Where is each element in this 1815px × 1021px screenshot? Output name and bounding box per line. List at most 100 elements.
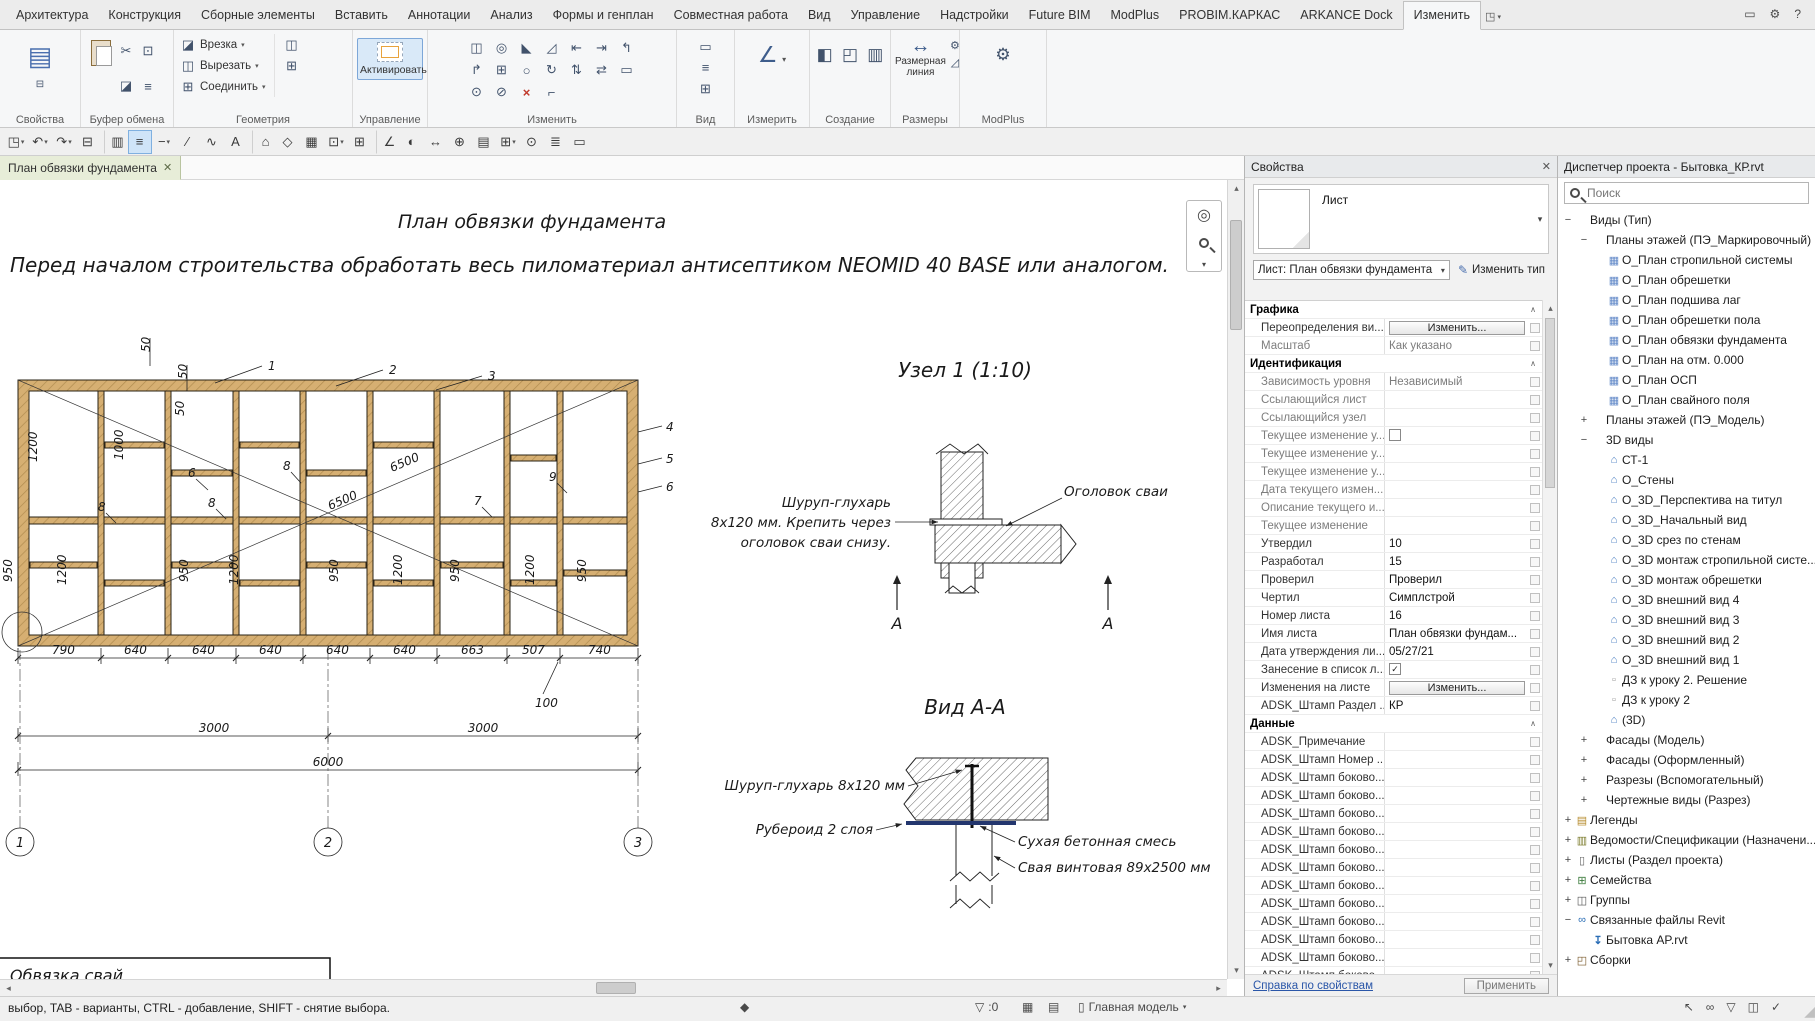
tree-item[interactable]: О_3D срез по стенам (1558, 530, 1815, 550)
paste-icon[interactable] (91, 40, 111, 66)
tree-item[interactable]: + Группы (1558, 890, 1815, 910)
toolbar-icon[interactable]: A (224, 130, 248, 154)
tree-item[interactable]: О_3D_Перспектива на титул (1558, 490, 1815, 510)
expand-toggle-icon[interactable]: + (1562, 814, 1574, 826)
toolbar-icon[interactable]: ≣ (544, 130, 568, 154)
view-tab-active[interactable]: План обвязки фундамента ✕ (0, 156, 181, 180)
modify-tool-icon[interactable]: ⇥ (589, 37, 614, 59)
view-aa-detail[interactable]: Вид А-А Шуруп-глухарь 8х120 мм (725, 695, 1211, 908)
create-tool-icon[interactable]: ◧ (814, 44, 835, 65)
expand-toggle-icon[interactable]: − (1578, 234, 1590, 246)
associate-param-button[interactable] (1528, 395, 1542, 405)
toolbar-icon[interactable]: ▦ (300, 130, 324, 154)
ribbon-tab[interactable]: Конструкция (98, 2, 191, 29)
design-options-selector[interactable]: ▯ Главная модель ▾ (1078, 1000, 1186, 1014)
view-tool-icon[interactable]: ≡ (695, 57, 717, 78)
tree-item[interactable]: О_3D внешний вид 3 (1558, 610, 1815, 630)
properties-palette-icon[interactable]: ▤ (22, 38, 58, 74)
ribbon-tab[interactable]: Вставить (325, 2, 398, 29)
ribbon-tab[interactable]: ARKANCE Dock (1290, 2, 1402, 29)
associate-param-button[interactable] (1528, 773, 1542, 783)
property-value[interactable]: 16 (1385, 610, 1528, 622)
dimension-line-button[interactable]: ↔ Размерная линия (895, 36, 946, 111)
ribbon-tab[interactable]: Надстройки (930, 2, 1019, 29)
search-input[interactable] (1585, 185, 1803, 201)
tree-item[interactable]: − 3D виды (1558, 430, 1815, 450)
property-value[interactable] (1385, 429, 1528, 441)
tree-item[interactable]: О_3D монтаж обрешетки (1558, 570, 1815, 590)
tree-item[interactable]: О_План обрешетки (1558, 270, 1815, 290)
associate-param-button[interactable] (1528, 737, 1542, 747)
expand-toggle-icon[interactable]: − (1562, 214, 1574, 226)
modify-tool-icon[interactable]: ⌐ (539, 81, 564, 103)
tree-item[interactable]: + Сборки (1558, 950, 1815, 970)
infocenter-icon[interactable]: ? (1794, 7, 1801, 21)
filter-count[interactable]: ▽ :0 (975, 1000, 998, 1014)
toolbar-icon[interactable]: ⊞▾ (496, 130, 520, 154)
tree-item[interactable]: + Чертежные виды (Разрез) (1558, 790, 1815, 810)
tree-item[interactable]: О_План на отм. 0.000 (1558, 350, 1815, 370)
sheet-view[interactable]: План обвязки фундамента Перед началом ст… (0, 180, 1227, 979)
associate-param-button[interactable] (1528, 899, 1542, 909)
tree-item[interactable]: + Ведомости/Спецификации (Назначени... (1558, 830, 1815, 850)
expand-toggle-icon[interactable]: − (1562, 914, 1574, 926)
property-value[interactable]: 15 (1385, 556, 1528, 568)
modify-tool-icon[interactable]: ⇅ (564, 59, 589, 81)
associate-param-button[interactable] (1528, 863, 1542, 873)
property-value[interactable]: 10 (1385, 538, 1528, 550)
navbar-chevron-icon[interactable]: ▾ (1189, 257, 1219, 271)
geometry-menu-item[interactable]: ◫ Вырезать ▾ (178, 55, 268, 76)
tree-item[interactable]: О_Стены (1558, 470, 1815, 490)
edit-type-button[interactable]: ✎ Изменить тип (1454, 260, 1549, 280)
view-tool-icon[interactable]: ▭ (695, 36, 717, 57)
toolbar-icon[interactable]: ▤ (472, 130, 496, 154)
toolbar-icon[interactable]: ▥ (104, 130, 128, 154)
ribbon-tab[interactable]: Совместная работа (664, 2, 798, 29)
modify-tool-icon[interactable]: ⇄ (589, 59, 614, 81)
toolbar-icon[interactable]: −▾ (152, 130, 176, 154)
ribbon-tab[interactable]: Управление (841, 2, 931, 29)
associate-param-button[interactable] (1528, 611, 1542, 621)
type-selector[interactable]: Лист ▾ (1253, 184, 1549, 254)
expand-toggle-icon[interactable]: + (1578, 774, 1590, 786)
close-icon[interactable]: ✕ (1542, 160, 1551, 173)
property-value[interactable]: Симплстрой (1385, 592, 1528, 604)
associate-param-button[interactable] (1528, 935, 1542, 945)
expand-toggle-icon[interactable]: + (1562, 894, 1574, 906)
associate-param-button[interactable] (1528, 827, 1542, 837)
associate-param-button[interactable] (1528, 755, 1542, 765)
tree-item[interactable]: + Разрезы (Вспомогательный) (1558, 770, 1815, 790)
tree-item[interactable]: + Фасады (Оформленный) (1558, 750, 1815, 770)
node1-detail[interactable]: Узел 1 (1:10) Шуруп- (711, 358, 1168, 633)
associate-param-button[interactable] (1528, 467, 1542, 477)
toolbar-icon[interactable]: ⊡▾ (324, 130, 348, 154)
associate-param-button[interactable] (1528, 647, 1542, 657)
create-tool-icon[interactable]: ◰ (839, 44, 860, 65)
infocenter-icon[interactable]: ▭ (1744, 7, 1755, 21)
modify-tool-icon[interactable]: ⊞ (489, 59, 514, 81)
tree-item[interactable]: − Планы этажей (ПЭ_Маркировочный) (1558, 230, 1815, 250)
modify-tool-icon[interactable]: ⊘ (489, 81, 514, 103)
scrollbar-thumb[interactable] (1545, 318, 1555, 488)
steering-wheel-icon[interactable]: ◎ (1189, 201, 1219, 229)
toolbar-icon[interactable]: ∠ (376, 130, 400, 154)
geometry-side-icon[interactable]: ⊞ (281, 55, 303, 76)
associate-param-button[interactable] (1528, 413, 1542, 423)
property-value[interactable]: Как указано (1385, 340, 1528, 352)
scroll-left-icon[interactable]: ◂ (0, 980, 17, 996)
associate-param-button[interactable] (1528, 791, 1542, 801)
associate-param-button[interactable] (1528, 593, 1542, 603)
status-toggle-icon[interactable]: ▽ (1726, 1000, 1735, 1014)
tree-item[interactable]: О_3D внешний вид 2 (1558, 630, 1815, 650)
associate-param-button[interactable] (1528, 629, 1542, 639)
geometry-side-icon[interactable]: ◫ (281, 34, 303, 55)
property-value[interactable]: Проверил (1385, 574, 1528, 586)
tree-item[interactable]: ДЗ к уроку 2 (1558, 690, 1815, 710)
scroll-up-icon[interactable]: ▴ (1228, 180, 1244, 197)
tree-item[interactable]: О_План обвязки фундамента (1558, 330, 1815, 350)
scroll-up-icon[interactable]: ▴ (1543, 300, 1557, 317)
toolbar-icon[interactable]: ∿ (200, 130, 224, 154)
clipboard-icon[interactable]: ✂ (115, 40, 137, 61)
tree-item[interactable]: О_План обрешетки пола (1558, 310, 1815, 330)
toolbar-icon[interactable]: ≡ (128, 130, 152, 154)
